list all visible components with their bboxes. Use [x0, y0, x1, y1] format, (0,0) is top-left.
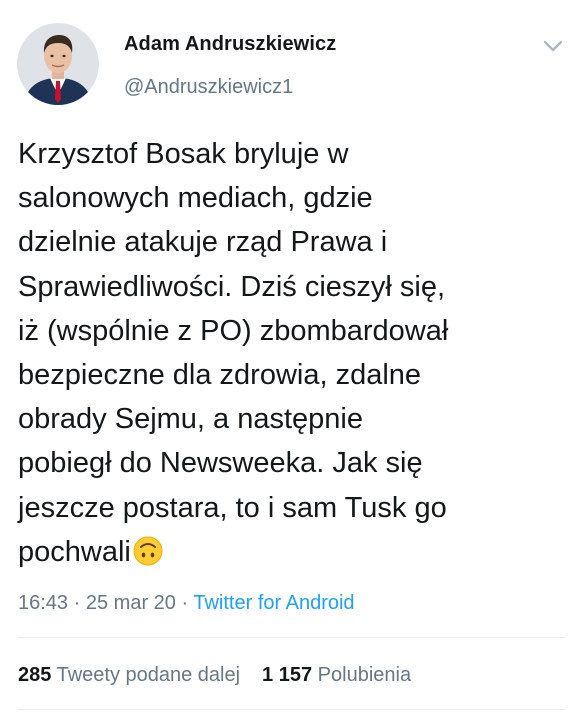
tweet-source-link[interactable]: Twitter for Android	[193, 592, 354, 614]
tweet-line-last: pochwali	[18, 530, 573, 574]
tweet-date: 25 mar 20	[85, 592, 176, 614]
tweet-line: bezpieczne dla zdrowia, zdalne	[18, 359, 422, 392]
author-name[interactable]: Adam Andruszkiewicz	[124, 33, 336, 56]
tweet-line: jeszcze postara, to i sam Tusk go	[18, 491, 447, 524]
tweet-line: pochwali	[18, 535, 131, 568]
retweets-stat[interactable]: 285 Tweety podane dalej	[18, 664, 240, 686]
avatar[interactable]	[17, 23, 99, 105]
chevron-down-icon[interactable]	[541, 36, 565, 56]
divider	[18, 637, 565, 638]
tweet-line: obrady Sejmu, a następnie	[18, 403, 363, 436]
tweet-stats: 285 Tweety podane dalej 1 157 Polubienia	[18, 664, 411, 687]
divider	[18, 709, 565, 710]
tweet-line: Sprawiedliwości. Dziś cieszył się,	[18, 270, 446, 303]
upside-down-face-icon	[133, 536, 163, 566]
tweet-line: iż (wspólnie z PO) zbombardował	[18, 314, 449, 347]
tweet-line: Krzysztof Bosak bryluje w	[18, 138, 349, 170]
retweets-label: Tweety podane dalej	[56, 664, 241, 686]
likes-count: 1 157	[262, 664, 313, 686]
meta-separator: ·	[73, 592, 81, 614]
tweet-line: pobiegł do Newsweeka. Jak się	[18, 447, 423, 480]
tweet-time: 16:43	[18, 592, 69, 614]
author-handle[interactable]: @Andruszkiewicz1	[124, 76, 293, 99]
tweet-line: dzielnie atakuje rząd Prawa i	[18, 226, 388, 259]
meta-separator: ·	[181, 592, 189, 614]
likes-label: Polubienia	[317, 664, 412, 686]
retweets-count: 285	[18, 664, 52, 686]
tweet-line: salonowych mediach, gdzie	[18, 182, 373, 215]
likes-stat[interactable]: 1 157 Polubienia	[262, 664, 411, 686]
avatar-image	[17, 23, 99, 105]
tweet-meta: 16:43 · 25 mar 20 · Twitter for Android	[18, 592, 355, 615]
tweet-text: Krzysztof Bosak bryluje w salonowych med…	[18, 132, 573, 574]
